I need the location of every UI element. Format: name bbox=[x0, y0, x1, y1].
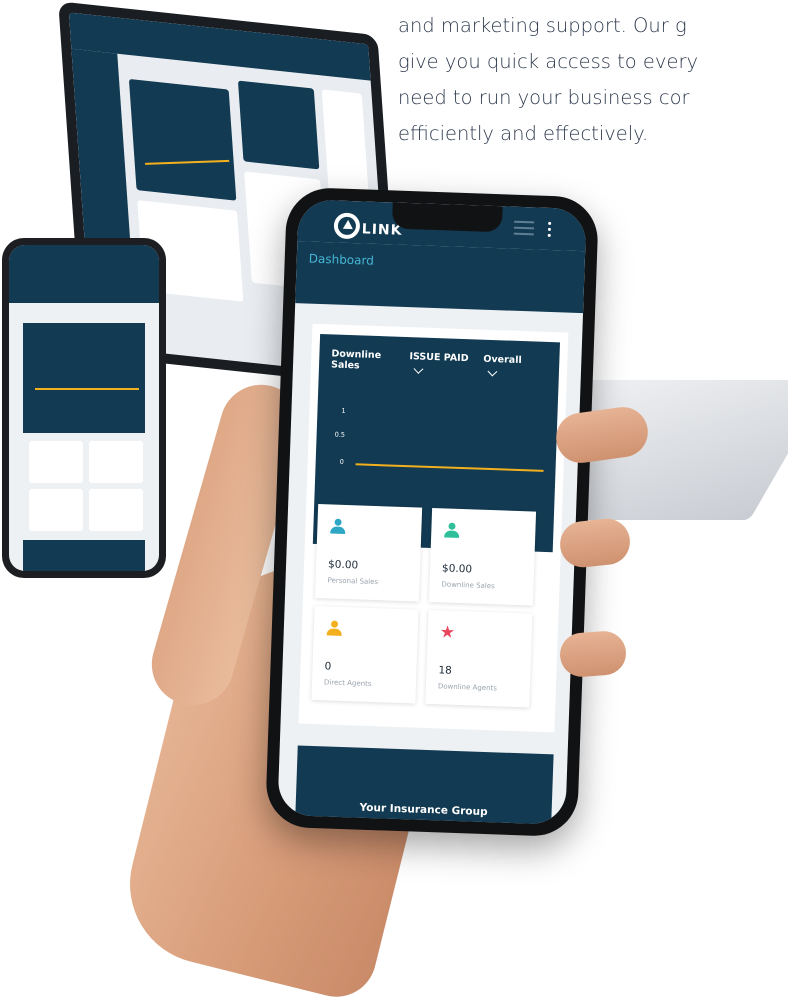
copy-line: efficiently and effectively. bbox=[398, 122, 649, 145]
stat-value: 18 bbox=[438, 664, 453, 677]
period-dropdown[interactable]: Overall bbox=[483, 353, 522, 377]
hand-finger bbox=[557, 516, 633, 570]
status-dropdown-label: ISSUE PAID bbox=[409, 351, 469, 365]
small-phone-stat-card bbox=[89, 489, 143, 531]
y-tick-label: 0 bbox=[339, 457, 344, 466]
stat-label: Personal Sales bbox=[327, 576, 379, 587]
hand-finger bbox=[558, 629, 628, 679]
copy-line: need to run your business cor bbox=[398, 86, 690, 109]
chevron-down-icon bbox=[413, 363, 424, 374]
insurance-group-title: Your Insurance Group bbox=[359, 801, 488, 819]
stat-value: 0 bbox=[324, 660, 332, 673]
dashboard-panel: Downline Sales ISSUE PAID Overall 1 0.5 … bbox=[298, 323, 569, 733]
menu-icon[interactable] bbox=[513, 220, 535, 236]
small-phone-header bbox=[9, 245, 159, 303]
laptop-chart-card bbox=[128, 78, 237, 201]
small-phone-screen bbox=[9, 245, 159, 571]
logo-icon[interactable] bbox=[333, 212, 361, 240]
y-tick-label: 0.5 bbox=[334, 430, 346, 439]
page-title: Dashboard bbox=[308, 251, 375, 268]
copy-line: give you quick access to every bbox=[398, 50, 699, 73]
group-icon bbox=[443, 522, 460, 539]
stat-value: $0.00 bbox=[441, 562, 473, 576]
metric-dropdown-label: Downline Sales bbox=[330, 348, 382, 372]
period-dropdown-label: Overall bbox=[483, 353, 522, 367]
status-dropdown[interactable]: ISSUE PAID bbox=[409, 351, 469, 374]
stat-card-direct-agents[interactable]: 0 Direct Agents bbox=[311, 605, 419, 704]
stat-card-downline-agents[interactable]: ★ 18 Downline Agents bbox=[425, 609, 533, 708]
small-phone-stat-card bbox=[29, 441, 83, 483]
laptop-profile-card bbox=[237, 80, 320, 170]
small-phone-chart-line bbox=[35, 388, 139, 390]
chevron-down-icon bbox=[487, 366, 498, 377]
stat-label: Downline Sales bbox=[441, 580, 495, 591]
marketing-copy: and marketing support. Our g give you qu… bbox=[398, 8, 788, 152]
stat-card-personal-sales[interactable]: $0.00 Personal Sales bbox=[314, 504, 423, 602]
person-icon bbox=[329, 518, 346, 535]
small-phone-footer bbox=[23, 540, 145, 571]
stat-card-downline-sales[interactable]: $0.00 Downline Sales bbox=[428, 508, 537, 606]
page-header: Dashboard bbox=[295, 241, 586, 314]
agents-icon bbox=[326, 620, 343, 637]
small-phone-stat-card bbox=[29, 489, 83, 531]
phone-screen: LINK Dashboard Downline Sales ISSUE PAID… bbox=[277, 199, 587, 825]
chart-series-line bbox=[355, 463, 544, 472]
stat-label: Direct Agents bbox=[323, 678, 372, 688]
phone-mockup: LINK Dashboard Downline Sales ISSUE PAID… bbox=[264, 186, 600, 838]
stat-value: $0.00 bbox=[327, 558, 359, 572]
small-phone-mockup bbox=[2, 238, 166, 578]
phone-notch bbox=[391, 202, 503, 233]
copy-line: and marketing support. Our g bbox=[398, 14, 687, 37]
small-phone-chart bbox=[23, 323, 145, 433]
star-icon: ★ bbox=[439, 622, 456, 643]
insurance-group-card[interactable]: Your Insurance Group bbox=[294, 745, 554, 825]
stat-label: Downline Agents bbox=[437, 682, 498, 693]
metric-dropdown[interactable]: Downline Sales bbox=[331, 348, 392, 372]
small-phone-stat-card bbox=[89, 441, 143, 483]
more-options-icon[interactable] bbox=[547, 221, 553, 238]
y-tick-label: 1 bbox=[341, 406, 346, 415]
